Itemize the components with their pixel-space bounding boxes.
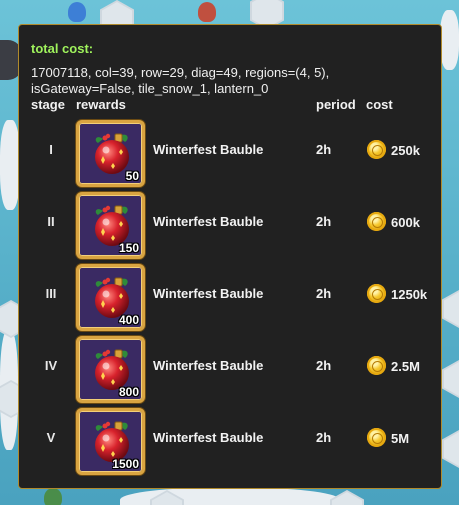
total-cost-label: total cost: <box>31 41 94 56</box>
gold-coin-icon <box>367 356 386 375</box>
stage-number: II <box>47 214 55 229</box>
gold-coin-icon <box>367 284 386 303</box>
gold-coin-icon <box>367 140 386 159</box>
reward-item-slot[interactable]: 400 <box>76 264 145 331</box>
map-unit-icon[interactable] <box>68 2 86 22</box>
stage-period: 2h <box>316 142 332 157</box>
reward-quantity: 50 <box>125 169 139 183</box>
stage-number: IV <box>44 358 58 373</box>
header-rewards: rewards <box>76 97 126 112</box>
header-stage: stage <box>31 97 65 112</box>
stage-row: I 50 Winterfest Bauble 2h 250k <box>19 118 441 190</box>
stage-cost: 250k <box>391 143 420 158</box>
stage-number: I <box>49 142 53 157</box>
reward-quantity: 400 <box>118 313 139 327</box>
stage-row: II 150 Winterfest Bauble 2h 600k <box>19 190 441 262</box>
stage-cost: 1250k <box>391 287 428 302</box>
tile-info-line: 17007118, col=39, row=29, diag=49, regio… <box>31 65 330 80</box>
reward-item-slot[interactable]: 150 <box>76 192 145 259</box>
stage-row: V 1500 Winterfest Bauble 2h 5M <box>19 406 441 478</box>
stage-row: IV 800 Winterfest Bauble 2h 2.5M <box>19 334 441 406</box>
stage-row: III 400 Winterfest Bauble 2h 1250k <box>19 262 441 334</box>
stage-cost: 2.5M <box>391 359 420 374</box>
tile-info-text: 17007118, col=39, row=29, diag=49, regio… <box>31 65 436 97</box>
header-cost: cost <box>366 97 393 112</box>
stage-period: 2h <box>316 430 332 445</box>
tile-info-line: isGateway=False, tile_snow_1, lantern_0 <box>31 81 269 96</box>
reward-name: Winterfest Bauble <box>153 430 264 445</box>
snow-patch <box>0 120 20 210</box>
stage-number: III <box>45 286 57 301</box>
stage-cost: 5M <box>391 431 410 446</box>
stage-period: 2h <box>316 358 332 373</box>
reward-name: Winterfest Bauble <box>153 358 264 373</box>
stage-period: 2h <box>316 286 332 301</box>
stage-period: 2h <box>316 214 332 229</box>
reward-quantity: 1500 <box>112 457 139 471</box>
header-period: period <box>316 97 356 112</box>
stage-cost: 600k <box>391 215 420 230</box>
reward-name: Winterfest Bauble <box>153 286 264 301</box>
gold-coin-icon <box>367 428 386 447</box>
reward-name: Winterfest Bauble <box>153 214 264 229</box>
snow-patch <box>440 10 459 70</box>
stage-number: V <box>46 430 56 445</box>
map-unit-icon[interactable] <box>198 2 216 22</box>
map-unit-icon[interactable] <box>44 488 62 505</box>
reward-quantity: 800 <box>118 385 139 399</box>
reward-item-slot[interactable]: 1500 <box>76 408 145 475</box>
reward-item-slot[interactable]: 800 <box>76 336 145 403</box>
reward-quantity: 150 <box>118 241 139 255</box>
reward-item-slot[interactable]: 50 <box>76 120 145 187</box>
reward-name: Winterfest Bauble <box>153 142 264 157</box>
tile-info-tooltip: total cost: 17007118, col=39, row=29, di… <box>18 24 442 489</box>
gold-coin-icon <box>367 212 386 231</box>
